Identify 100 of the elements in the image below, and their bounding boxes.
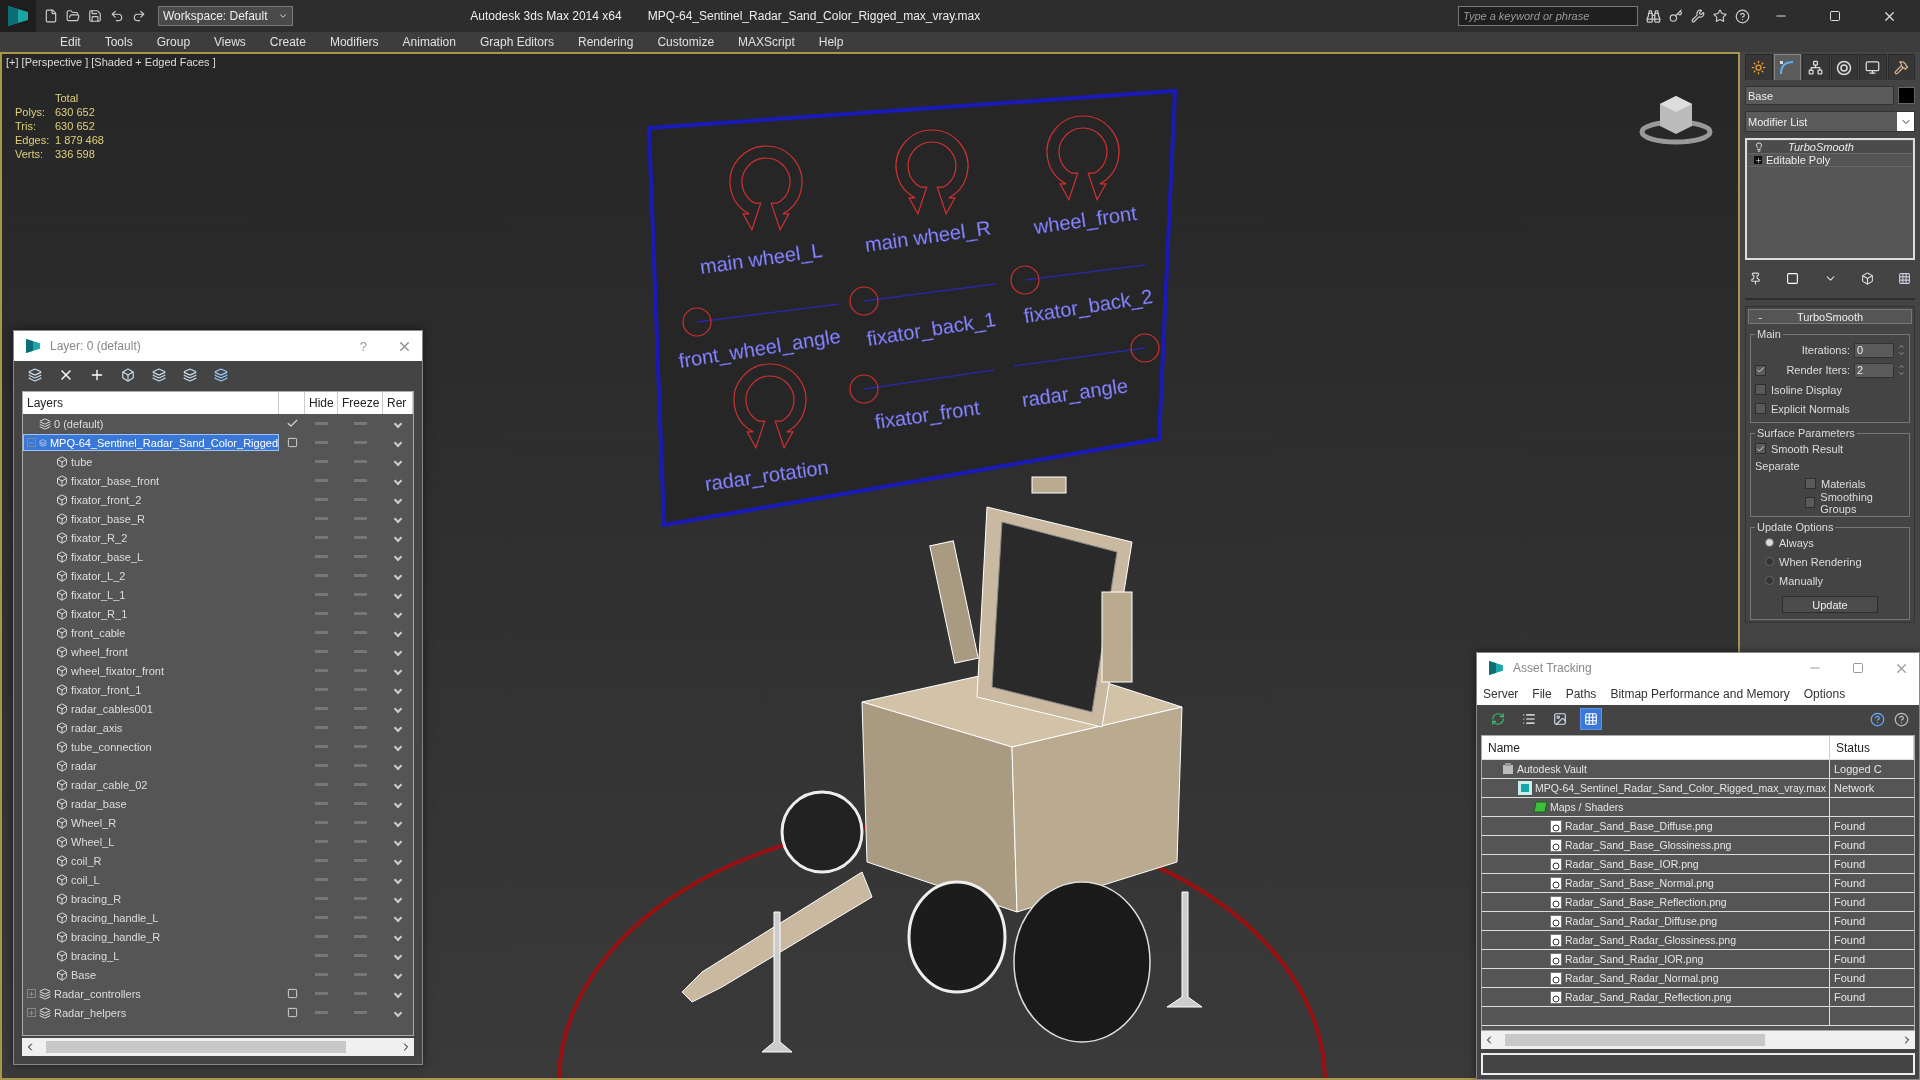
freeze-toggle[interactable] [354,441,367,444]
help-icon[interactable] [1894,711,1909,727]
scrollbar-thumb[interactable] [46,1041,346,1053]
layer-item[interactable]: Wheel_R [23,814,279,831]
hide-toggle[interactable] [315,802,328,805]
menu-item[interactable]: Modifiers [317,32,391,52]
freeze-toggle[interactable] [354,897,367,900]
freeze-toggle[interactable] [354,726,367,729]
freeze-toggle[interactable] [354,1011,367,1014]
checkbox[interactable] [1755,403,1766,414]
layer-item[interactable]: wheel_front [23,643,279,660]
hide-toggle[interactable] [315,726,328,729]
menu-item[interactable]: Graph Editors [467,32,566,52]
freeze-toggle[interactable] [354,479,367,482]
workspace-dropdown[interactable]: Workspace: Default [158,6,293,26]
layer-item[interactable]: fixator_front_2 [23,491,279,508]
menu-item[interactable]: Edit [48,32,93,52]
layer-item[interactable]: radar_base [23,795,279,812]
freeze-toggle[interactable] [354,422,367,425]
panel-tab[interactable] [1830,54,1858,80]
hide-toggle[interactable] [315,555,328,558]
layer-item[interactable]: bracing_L [23,947,279,964]
menu-item[interactable]: Views [202,32,258,52]
key-icon[interactable] [1669,9,1683,23]
rollout-header[interactable]: - TurboSmooth [1748,309,1912,324]
menu-item[interactable]: Options [1803,687,1846,701]
layer-item[interactable]: fixator_R_2 [23,529,279,546]
hide-toggle[interactable] [315,441,328,444]
hide-toggle[interactable] [315,745,328,748]
hide-toggle[interactable] [315,536,328,539]
hide-toggle[interactable] [315,954,328,957]
layer-item[interactable]: radar [23,757,279,774]
panel-tab[interactable] [1745,54,1773,80]
layer-item[interactable]: wheel_fixator_front [23,662,279,679]
spinner-field[interactable]: 2 [1854,362,1894,378]
freeze-toggle[interactable] [354,612,367,615]
menu-item[interactable]: Create [257,32,318,52]
freeze-toggle[interactable] [354,764,367,767]
view-button[interactable] [1580,708,1602,730]
menu-item[interactable]: Rendering [566,32,646,52]
menu-item[interactable]: Animation [390,32,468,52]
freeze-toggle[interactable] [354,859,367,862]
freeze-toggle[interactable] [354,916,367,919]
layer-item[interactable]: fixator_R_1 [23,605,279,622]
layer-item[interactable]: Radar_controllers [23,985,279,1002]
panel-tab[interactable] [1887,54,1915,80]
layer-item[interactable]: fixator_base_R [23,510,279,527]
pin-icon[interactable] [1749,271,1762,285]
hide-toggle[interactable] [315,479,328,482]
layer-item[interactable]: radar_cables001 [23,700,279,717]
layer-item[interactable]: bracing_handle_L [23,909,279,926]
layer-item[interactable]: radar_axis [23,719,279,736]
spinner-field[interactable]: 0 [1854,342,1894,358]
freeze-toggle[interactable] [354,574,367,577]
freeze-toggle[interactable] [354,935,367,938]
help-icon[interactable] [1870,711,1885,727]
freeze-toggle[interactable] [354,517,367,520]
panel-tab[interactable] [1859,54,1887,80]
menu-item[interactable]: Group [144,32,203,52]
freeze-toggle[interactable] [354,954,367,957]
menu-item[interactable]: Tools [92,32,145,52]
hide-toggle[interactable] [315,783,328,786]
checkbox[interactable] [1755,443,1766,454]
lightbulb-icon[interactable] [1754,142,1764,152]
search-field[interactable]: Type a keyword or phrase [1458,6,1638,26]
hide-toggle[interactable] [315,612,328,615]
freeze-toggle[interactable] [354,707,367,710]
layer-item[interactable]: Base [23,966,279,983]
freeze-toggle[interactable] [354,840,367,843]
hide-toggle[interactable] [315,916,328,919]
radio-button[interactable] [1765,557,1774,566]
save-icon[interactable] [88,9,102,23]
hide-toggle[interactable] [315,631,328,634]
hide-toggle[interactable] [315,593,328,596]
layer-item[interactable]: front_cable [23,624,279,641]
new-file-icon[interactable] [44,9,58,23]
hide-toggle[interactable] [315,1011,328,1014]
viewport-label[interactable]: [+] [Perspective ] [Shaded + Edged Faces ] [6,56,216,68]
hide-toggle[interactable] [315,821,328,824]
hide-toggle[interactable] [315,935,328,938]
freeze-toggle[interactable] [354,536,367,539]
hide-toggle[interactable] [315,973,328,976]
hide-toggle[interactable] [315,574,328,577]
freeze-toggle[interactable] [354,878,367,881]
radio-button[interactable] [1765,576,1774,585]
freeze-toggle[interactable] [354,821,367,824]
object-name-field[interactable]: Base [1745,86,1894,105]
hide-toggle[interactable] [315,422,328,425]
menu-item[interactable]: Server [1483,687,1519,701]
layer-item[interactable]: MPQ-64_Sentinel_Radar_Sand_Color_Rigged [23,434,279,451]
hide-toggle[interactable] [315,707,328,710]
update-button[interactable]: Update [1782,596,1878,613]
layer-item[interactable]: Radar_helpers [23,1004,279,1021]
layer-item[interactable]: tube_connection [23,738,279,755]
menu-item[interactable]: Paths [1565,687,1597,701]
menu-item[interactable]: File [1532,687,1552,701]
hide-toggle[interactable] [315,650,328,653]
layer-item[interactable]: 0 (default) [23,415,279,432]
hide-toggle[interactable] [315,517,328,520]
star-icon[interactable] [1713,9,1727,23]
